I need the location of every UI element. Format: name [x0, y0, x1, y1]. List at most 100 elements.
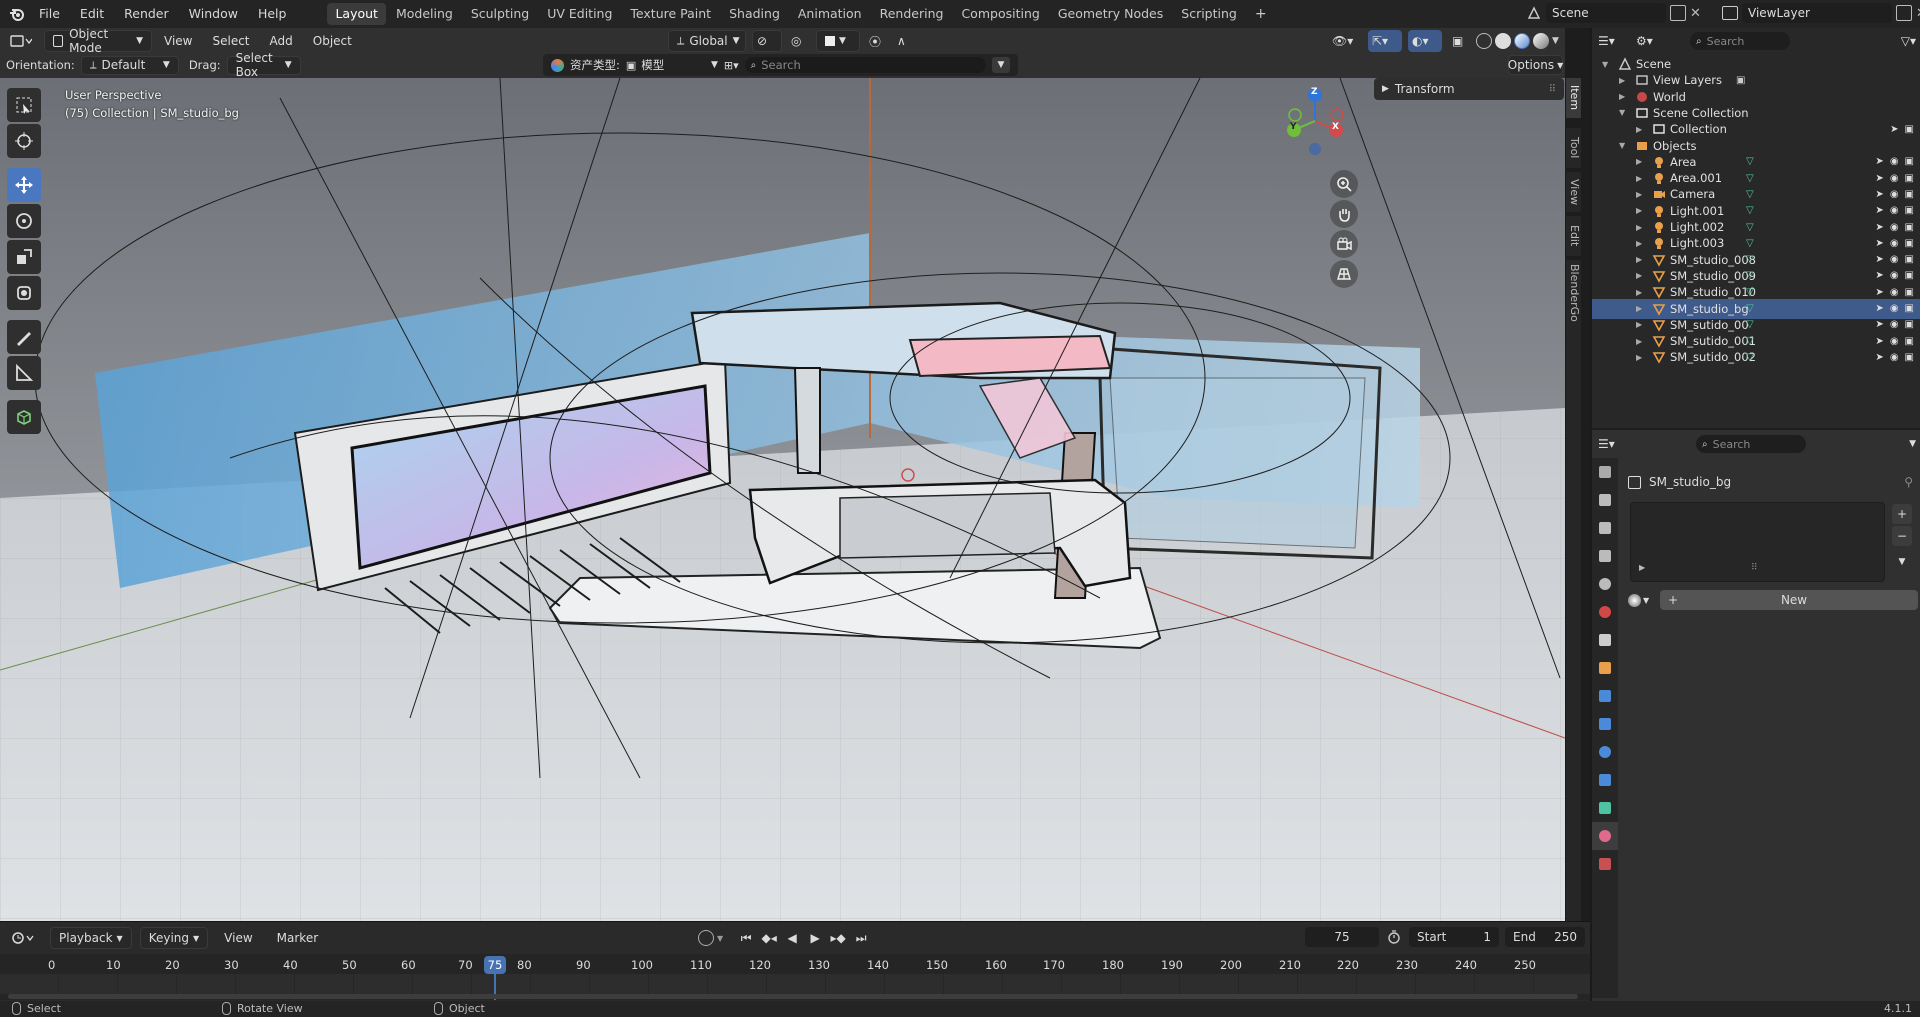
properties-editor-type-icon[interactable]: ☰▾ — [1598, 437, 1628, 451]
data-icon[interactable]: ▽ — [1746, 270, 1754, 281]
data-icon[interactable]: ▽ — [1746, 352, 1754, 363]
eye-icon[interactable]: ◉ — [1890, 352, 1899, 363]
chevron-down-icon[interactable]: ▼ — [1619, 141, 1631, 150]
select-arrow-icon[interactable]: ➤ — [1875, 173, 1883, 184]
select-arrow-icon[interactable]: ➤ — [1875, 189, 1883, 200]
current-frame-field[interactable]: 75 — [1305, 927, 1379, 947]
data-icon[interactable]: ▽ — [1746, 222, 1754, 233]
sidebar-tab-edit[interactable]: Edit — [1565, 216, 1581, 256]
options-button[interactable]: Options ▼ — [1508, 55, 1563, 75]
eye-icon[interactable]: ◉ — [1890, 173, 1899, 184]
shading-material-icon[interactable] — [1514, 33, 1530, 49]
chevron-right-icon[interactable]: ▶ — [1636, 288, 1648, 297]
menu-file[interactable]: File — [30, 3, 69, 25]
camera-render-icon[interactable]: ▣ — [1905, 254, 1914, 265]
playback-dropdown[interactable]: Playback ▼ — [50, 927, 132, 949]
display-mode-icon[interactable]: ⚙▾ — [1636, 34, 1666, 48]
list-resize-icon[interactable]: ⠿ — [1751, 563, 1758, 573]
particles-properties-icon[interactable] — [1592, 710, 1618, 738]
material-slot-list[interactable]: ▶ ⠿ — [1630, 502, 1885, 582]
jump-end-icon[interactable]: ⏭ — [851, 931, 871, 946]
camera-render-icon[interactable]: ▣ — [1905, 303, 1914, 314]
play-icon[interactable]: ▶ — [805, 931, 825, 945]
menu-edit[interactable]: Edit — [71, 3, 113, 25]
chevron-right-icon[interactable]: ▶ — [1636, 271, 1648, 280]
chevron-down-icon[interactable]: ▼ — [717, 934, 723, 943]
eye-icon[interactable]: ◉ — [1890, 156, 1899, 167]
chevron-down-icon[interactable]: ▼ — [1552, 36, 1559, 46]
render-properties-icon[interactable] — [1592, 486, 1618, 514]
asset-filter-icon[interactable]: ⊞▾ — [724, 59, 739, 72]
tab-texture-paint[interactable]: Texture Paint — [622, 3, 719, 25]
camera-render-icon[interactable]: ▣ — [1905, 222, 1914, 233]
tab-layout[interactable]: Layout — [327, 3, 386, 25]
new-material-button[interactable]: + New — [1660, 590, 1918, 610]
start-frame-field[interactable]: Start 1 — [1409, 927, 1499, 947]
asset-search-field[interactable]: ⌕ Search — [744, 57, 986, 73]
scale-tool-icon[interactable] — [7, 240, 41, 274]
perspective-grid-icon[interactable] — [1330, 260, 1358, 288]
scene-field[interactable]: Scene — [1546, 3, 1666, 23]
sidebar-tab-view[interactable]: View — [1565, 172, 1581, 212]
transform-orientation-dropdown[interactable]: ⟂ Global ▼ — [668, 30, 746, 52]
measure-tool-icon[interactable] — [7, 356, 41, 390]
tab-uv-editing[interactable]: UV Editing — [539, 3, 620, 25]
camera-render-icon[interactable]: ▣ — [1905, 205, 1914, 216]
rotate-tool-icon[interactable] — [7, 204, 41, 238]
shading-solid-icon[interactable] — [1495, 33, 1511, 49]
shading-wireframe-icon[interactable] — [1476, 33, 1492, 49]
play-reverse-icon[interactable]: ◀ — [782, 931, 802, 945]
drag-dropdown[interactable]: Select Box ▼ — [226, 51, 301, 79]
eye-icon[interactable]: ◉ — [1890, 254, 1899, 265]
eye-icon[interactable]: ◉ — [1890, 287, 1899, 298]
world-properties-icon[interactable] — [1592, 598, 1618, 626]
chevron-right-icon[interactable]: ▶ — [1619, 92, 1631, 101]
texture-properties-icon[interactable] — [1592, 850, 1618, 878]
next-keyframe-icon[interactable]: ▸◆ — [828, 931, 848, 945]
zoom-icon[interactable] — [1330, 170, 1358, 198]
data-icon[interactable]: ▽ — [1746, 319, 1754, 330]
eye-icon[interactable]: ◉ — [1890, 270, 1899, 281]
blender-logo-icon[interactable] — [6, 3, 28, 25]
menu-add[interactable]: Add — [262, 30, 301, 52]
tab-compositing[interactable]: Compositing — [953, 3, 1047, 25]
object-properties-icon[interactable] — [1592, 654, 1618, 682]
editor-type-icon[interactable] — [6, 30, 40, 52]
orientation-dropdown[interactable]: ⟂ Default ▼ — [80, 55, 179, 75]
chevron-right-icon[interactable]: ▶ — [1619, 76, 1631, 85]
slot-menu-icon[interactable]: ▼ — [1892, 552, 1912, 572]
select-box-tool-icon[interactable] — [7, 88, 41, 122]
falloff-icon[interactable]: ∧ — [894, 30, 916, 52]
chevron-right-icon[interactable]: ▶ — [1636, 304, 1648, 313]
asset-type-dropdown[interactable]: ▣ 模型 ▼ — [626, 57, 718, 73]
outliner-row[interactable]: ▶ SM_sutido_002 ➤ ◉ ▣ ▽ — [1592, 347, 1920, 367]
chevron-right-icon[interactable]: ▶ — [1636, 125, 1648, 134]
select-arrow-icon[interactable]: ➤ — [1875, 287, 1883, 298]
constraints-properties-icon[interactable] — [1592, 766, 1618, 794]
tab-geometry-nodes[interactable]: Geometry Nodes — [1050, 3, 1171, 25]
camera-render-icon[interactable]: ▣ — [1905, 319, 1914, 330]
collection-properties-icon[interactable] — [1592, 626, 1618, 654]
menu-help[interactable]: Help — [249, 3, 296, 25]
scene-properties-icon[interactable] — [1592, 570, 1618, 598]
camera-render-icon[interactable]: ▣ — [1905, 189, 1914, 200]
eye-icon[interactable]: ◉ — [1890, 303, 1899, 314]
chevron-right-icon[interactable]: ▶ — [1636, 337, 1648, 346]
transform-tool-icon[interactable] — [7, 276, 41, 310]
camera-render-icon[interactable]: ▣ — [1905, 238, 1914, 249]
new-scene-icon[interactable] — [1670, 5, 1686, 21]
overlays-toggle-icon[interactable]: ◐▾ — [1408, 30, 1442, 52]
chevron-right-icon[interactable]: ▶ — [1636, 206, 1648, 215]
timeline-ruler[interactable]: 0 10 20 30 40 50 60 70 75 80 90 100 110 … — [0, 954, 1590, 1000]
camera-render-icon[interactable]: ▣ — [1905, 173, 1914, 184]
new-view-layer-icon[interactable] — [1896, 5, 1912, 21]
chevron-down-icon[interactable]: ▼ — [1909, 439, 1916, 449]
tab-rendering[interactable]: Rendering — [872, 3, 952, 25]
chevron-right-icon[interactable]: ▶ — [1636, 190, 1648, 199]
camera-render-icon[interactable]: ▣ — [1905, 124, 1914, 135]
select-arrow-icon[interactable]: ➤ — [1875, 319, 1883, 330]
chevron-right-icon[interactable]: ▶ — [1636, 157, 1648, 166]
chevron-down-icon[interactable]: ▼ — [1619, 108, 1631, 117]
3d-viewport[interactable]: User Perspective (75) Collection | SM_st… — [0, 78, 1565, 921]
gizmo-toggle-icon[interactable]: ⇱▾ — [1368, 30, 1402, 52]
